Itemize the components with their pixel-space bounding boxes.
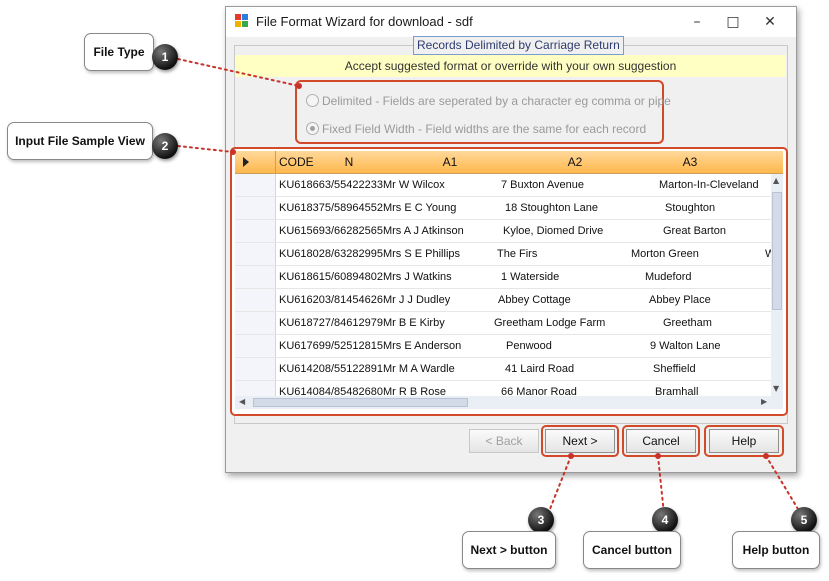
cancel-button-highlight: [622, 425, 700, 457]
cell-code: KU617699/52512815Mrs E Anderson: [279, 340, 462, 352]
callout-badge-5: 5: [791, 507, 817, 533]
cell-a1: Abbey Cottage: [498, 294, 571, 306]
back-button[interactable]: < Back: [469, 429, 539, 453]
cell-code: KU618028/63282995Mrs S E Phillips: [279, 248, 461, 260]
file-type-options: Delimited - Fields are seperated by a ch…: [295, 80, 671, 144]
horizontal-scroll-thumb[interactable]: [253, 398, 468, 407]
row-selector[interactable]: [235, 266, 276, 288]
cell-a2: 9 Walton Lane: [650, 340, 721, 352]
option-delimited-label: Delimited - Fields are seperated by a ch…: [322, 94, 671, 108]
callout-input-file-sample-view: Input File Sample View: [7, 122, 153, 160]
table-row[interactable]: KU618375/58964552Mrs E C Young 18 Stough…: [235, 197, 771, 220]
cell-a2: Morton Green: [631, 248, 699, 260]
cell-code: KU618663/55422233Mr W Wilcox: [279, 179, 445, 191]
cell-a1: Penwood: [506, 340, 552, 352]
cell-code: KU616203/81454626Mr J J Dudley: [279, 294, 451, 306]
row-selector[interactable]: [235, 243, 276, 265]
table-row[interactable]: KU618663/55422233Mr W Wilcox 7 Buxton Av…: [235, 174, 771, 197]
table-row[interactable]: KU618727/84612979Mr B E Kirby Greetham L…: [235, 312, 771, 335]
group-title: Records Delimited by Carriage Return: [413, 36, 624, 55]
cell-code: KU618375/58964552Mrs E C Young: [279, 202, 457, 214]
sample-view-frame: CODE N A1 A2 A3 KU618663/55422233Mr W Wi…: [230, 147, 788, 416]
option-delimited[interactable]: Delimited - Fields are seperated by a ch…: [306, 93, 671, 109]
window-title: File Format Wizard for download - sdf: [256, 14, 473, 29]
maximize-button[interactable]: □: [716, 10, 750, 34]
vertical-scroll-thumb[interactable]: [772, 192, 782, 310]
column-header-a1[interactable]: A1: [385, 151, 515, 173]
table-row[interactable]: KU615693/66282565Mrs A J Atkinson Kyloe,…: [235, 220, 771, 243]
table-row[interactable]: KU617699/52512815Mrs E Anderson Penwood …: [235, 335, 771, 358]
scroll-right-icon[interactable]: ▶: [761, 397, 767, 406]
cell-a1: 18 Stoughton Lane: [505, 202, 598, 214]
cell-a1: 7 Buxton Avenue: [501, 179, 584, 191]
option-fixed-width-label: Fixed Field Width - Field widths are the…: [322, 122, 647, 136]
cell-a2: Great Barton: [663, 225, 726, 237]
row-selector[interactable]: [235, 220, 276, 242]
row-selector[interactable]: [235, 312, 276, 334]
cell-a2: Stoughton: [665, 202, 716, 214]
callout-next-button: Next > button: [462, 531, 556, 569]
scroll-down-icon[interactable]: ▼: [773, 384, 779, 393]
next-button-highlight: [541, 425, 619, 457]
row-selector[interactable]: [235, 358, 276, 380]
table-row[interactable]: KU618028/63282995Mrs S E Phillips The Fi…: [235, 243, 771, 266]
cell-a2: Mudeford: [645, 271, 692, 283]
row-selector[interactable]: [235, 289, 276, 311]
table-row[interactable]: KU618615/60894802Mrs J Watkins 1 Watersi…: [235, 266, 771, 289]
callout-badge-2: 2: [152, 133, 178, 159]
horizontal-scrollbar[interactable]: ◀ ▶: [235, 396, 783, 409]
help-button-highlight: [704, 425, 784, 457]
radio-delimited[interactable]: [306, 94, 319, 107]
cell-a1: 41 Laird Road: [505, 363, 575, 375]
callout-badge-1: 1: [152, 44, 178, 70]
cell-a1: Greetham Lodge Farm: [494, 317, 606, 329]
scroll-up-icon[interactable]: ▲: [773, 176, 779, 185]
callout-cancel-button: Cancel button: [583, 531, 681, 569]
cell-code: KU615693/66282565Mrs A J Atkinson: [279, 225, 464, 237]
grid-header: CODE N A1 A2 A3: [235, 151, 783, 174]
cell-code: KU618615/60894802Mrs J Watkins: [279, 271, 452, 283]
callout-badge-4: 4: [652, 507, 678, 533]
cell-code: KU614208/55122891Mr M A Wardle: [279, 363, 455, 375]
callout-help-button: Help button: [732, 531, 820, 569]
cell-a1: The Firs: [497, 248, 538, 260]
table-row[interactable]: KU614208/55122891Mr M A Wardle 41 Laird …: [235, 358, 771, 381]
row-selector[interactable]: [235, 174, 276, 196]
cell-a1: Kyloe, Diomed Drive: [503, 225, 604, 237]
column-header-n[interactable]: N: [329, 151, 369, 173]
file-format-wizard-window: File Format Wizard for download - sdf – …: [225, 6, 797, 473]
cell-a2: Sheffield: [653, 363, 696, 375]
column-header-a2[interactable]: A2: [515, 151, 635, 173]
vertical-scrollbar[interactable]: ▲ ▼: [771, 174, 783, 396]
cell-a2: Marton-In-Cleveland: [659, 179, 759, 191]
app-icon: [235, 14, 249, 28]
cell-a2: Greetham: [663, 317, 712, 329]
title-bar[interactable]: File Format Wizard for download - sdf – …: [226, 7, 796, 37]
option-fixed-width[interactable]: Fixed Field Width - Field widths are the…: [306, 121, 646, 137]
callout-badge-3: 3: [528, 507, 554, 533]
scroll-left-icon[interactable]: ◀: [239, 397, 245, 406]
minimize-button[interactable]: –: [680, 10, 714, 34]
radio-fixed-width[interactable]: [306, 122, 319, 135]
close-button[interactable]: ✕: [753, 10, 787, 34]
cell-a2: Abbey Place: [649, 294, 711, 306]
cell-a1: 1 Waterside: [501, 271, 560, 283]
row-pointer-icon: [235, 151, 276, 173]
table-row[interactable]: KU616203/81454626Mr J J Dudley Abbey Cot…: [235, 289, 771, 312]
input-file-sample-grid[interactable]: CODE N A1 A2 A3 KU618663/55422233Mr W Wi…: [235, 151, 783, 409]
grid-rows: KU618663/55422233Mr W Wilcox 7 Buxton Av…: [235, 174, 771, 409]
suggestion-hint: Accept suggested format or override with…: [235, 55, 786, 77]
column-header-code[interactable]: CODE: [279, 151, 329, 173]
cell-code: KU618727/84612979Mr B E Kirby: [279, 317, 445, 329]
column-header-a3[interactable]: A3: [635, 151, 745, 173]
row-selector[interactable]: [235, 197, 276, 219]
row-selector[interactable]: [235, 335, 276, 357]
callout-file-type: File Type: [84, 33, 154, 71]
